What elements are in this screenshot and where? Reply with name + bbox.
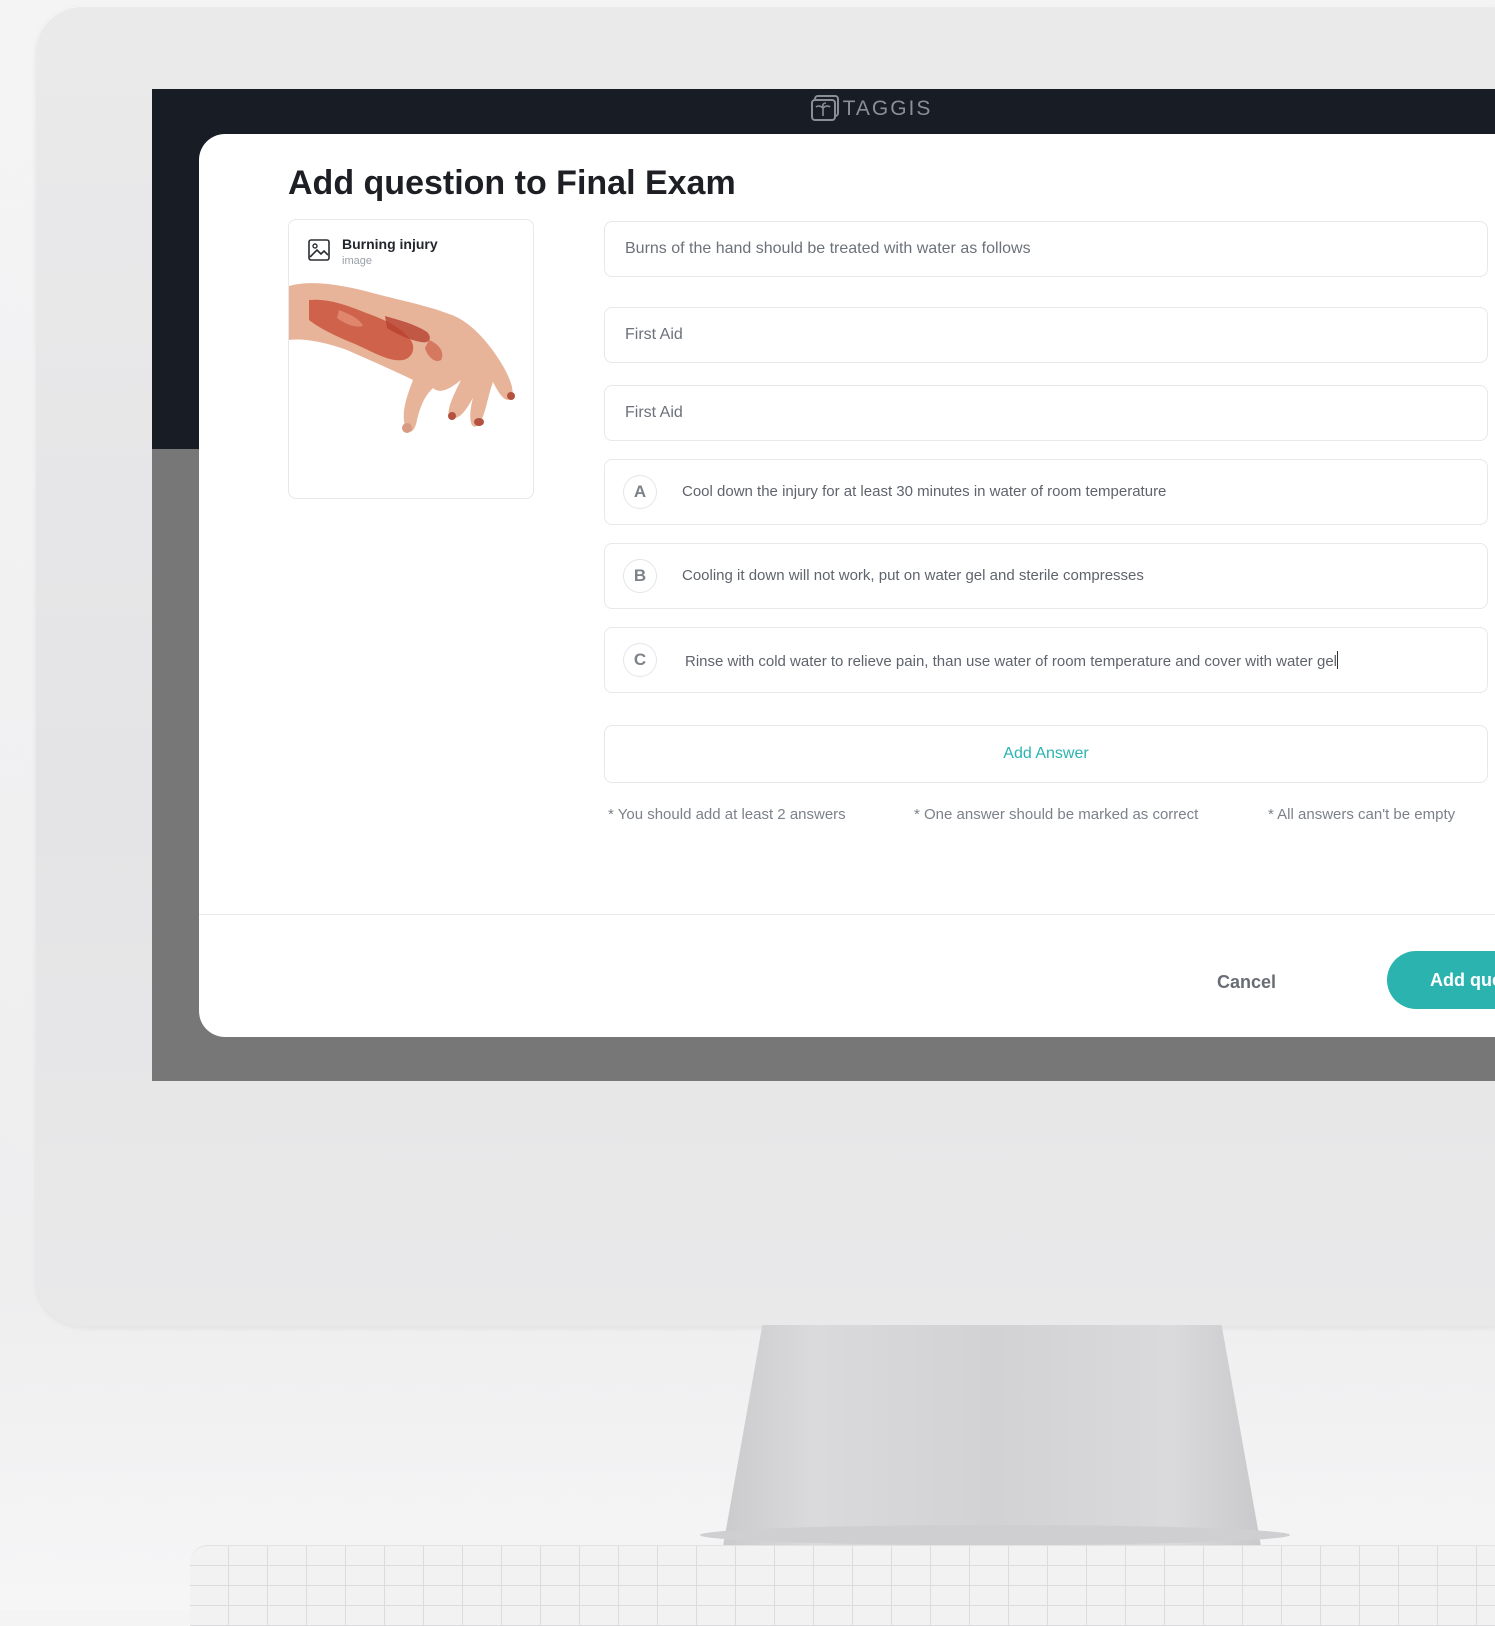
brand-logo: TAGGIS	[152, 95, 1495, 121]
category-input[interactable]: First Aid	[604, 307, 1488, 363]
answer-a-text[interactable]: Cool down the injury for at least 30 min…	[682, 483, 1166, 500]
answer-c[interactable]: C Rinse with cold water to relieve pain,…	[604, 627, 1488, 693]
modal-title: Add question to Final Exam	[288, 164, 736, 202]
hint-min-answers: * You should add at least 2 answers	[608, 806, 846, 823]
text-cursor	[1337, 651, 1338, 669]
answer-c-text: Rinse with cold water to relieve pain, t…	[685, 653, 1337, 670]
answer-b-marker[interactable]: B	[623, 559, 657, 593]
add-question-button[interactable]: Add question	[1387, 951, 1495, 1009]
imac-frame: TAGGIS Add question to Final Exam Burnin…	[36, 6, 1495, 1326]
apple-logo	[999, 1191, 1045, 1283]
brand-name: TAGGIS	[842, 97, 933, 120]
question-input[interactable]: Burns of the hand should be treated with…	[604, 221, 1488, 277]
answer-a[interactable]: A Cool down the injury for at least 30 m…	[604, 459, 1488, 525]
monitor-stand	[723, 1325, 1261, 1545]
answer-a-marker[interactable]: A	[623, 475, 657, 509]
media-name: Burning injury	[342, 236, 438, 252]
add-answer-button[interactable]: Add Answer	[604, 725, 1488, 783]
logo-icon	[810, 95, 839, 121]
topic-input[interactable]: First Aid	[604, 385, 1488, 441]
answer-b-text[interactable]: Cooling it down will not work, put on wa…	[682, 567, 1144, 584]
cancel-button[interactable]: Cancel	[1217, 954, 1276, 1010]
footer-divider	[199, 914, 1495, 915]
answer-b[interactable]: B Cooling it down will not work, put on …	[604, 543, 1488, 609]
hint-correct-answer: * One answer should be marked as correct	[914, 806, 1199, 823]
image-icon	[308, 239, 330, 261]
hint-no-empty: * All answers can't be empty	[1268, 806, 1456, 823]
stand-base	[700, 1525, 1290, 1545]
screen: TAGGIS Add question to Final Exam Burnin…	[152, 89, 1495, 1081]
media-card[interactable]: Burning injury image	[288, 219, 534, 499]
burned-hand-image	[289, 283, 515, 433]
answer-c-field[interactable]: Rinse with cold water to relieve pain, t…	[685, 651, 1338, 670]
media-type: image	[342, 255, 372, 267]
answer-c-marker[interactable]: C	[623, 643, 657, 677]
keyboard	[190, 1545, 1495, 1626]
add-question-modal: Add question to Final Exam Burning injur…	[199, 134, 1495, 1037]
